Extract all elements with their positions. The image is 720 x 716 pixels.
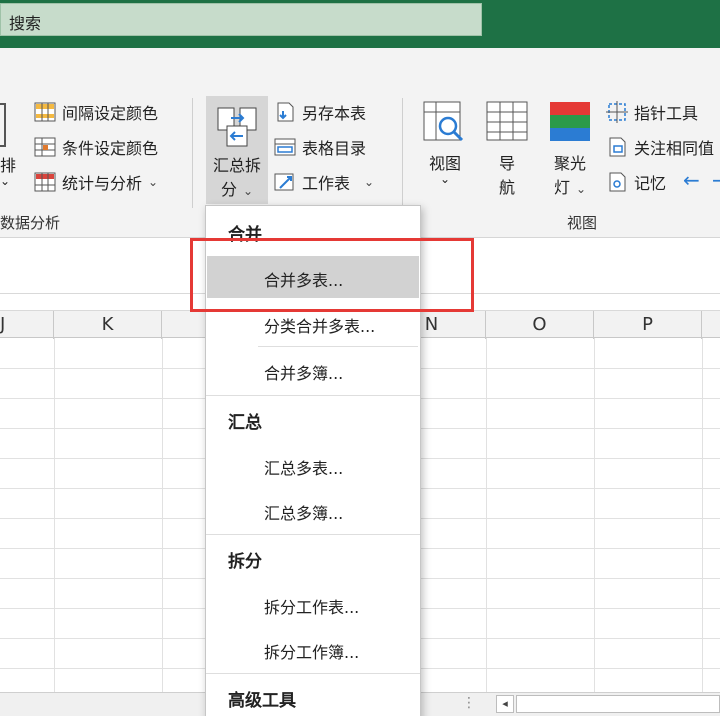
group-label-view: 视图	[567, 214, 598, 232]
menu-separator	[206, 395, 420, 396]
merge-split-icon	[217, 107, 257, 147]
worksheet-icon	[274, 173, 294, 191]
ribbon-left-cut-label: 排	[0, 156, 17, 175]
column-header-k[interactable]: K	[54, 311, 162, 339]
chevron-down-icon: ⌄	[364, 175, 375, 189]
worksheet-button[interactable]: 工作表 ⌄	[274, 170, 374, 194]
grid-line	[54, 338, 55, 696]
memory-doc-icon	[609, 172, 626, 192]
menu-separator	[206, 534, 420, 535]
summary-split-label-1: 汇总拆	[212, 156, 261, 175]
column-header-p[interactable]: P	[594, 311, 702, 339]
navigation-button[interactable]: 导 航	[482, 100, 532, 200]
view-button[interactable]: 视图 ⌄	[418, 100, 472, 200]
view-magnify-icon	[423, 101, 464, 142]
menu-header-summary: 汇总	[228, 413, 262, 433]
focus-value-icon	[609, 137, 626, 157]
back-arrow-icon[interactable]: ←	[683, 168, 700, 192]
grid-color-icon	[34, 102, 56, 122]
save-sheet-as-button[interactable]: 另存本表	[274, 100, 366, 124]
spotlight-icon	[550, 102, 590, 141]
summary-split-button[interactable]: 汇总拆 分 ⌄	[206, 96, 268, 204]
highlight-annotation-box	[190, 238, 474, 312]
ribbon-separator	[402, 98, 403, 208]
view-label: 视图	[428, 154, 461, 173]
navigation-label-1: 导	[498, 154, 515, 173]
spotlight-button[interactable]: 聚光 灯 ⌄	[542, 100, 598, 200]
menu-item-summarize-multiple-sheets[interactable]: 汇总多表...	[207, 444, 419, 486]
stats-table-icon	[34, 172, 56, 192]
search-box[interactable]: 搜索	[0, 3, 482, 36]
chevron-down-icon: ⌄	[148, 175, 159, 189]
ribbon-left-cut-chev: ⌄	[0, 174, 11, 188]
title-bar: 搜索	[0, 0, 720, 48]
pointer-tool-button[interactable]: 指针工具	[606, 100, 698, 124]
table-directory-button[interactable]: 表格目录	[274, 135, 366, 159]
spotlight-label-2: 灯 ⌄	[553, 178, 587, 197]
navigation-grid-icon	[486, 101, 528, 141]
column-header-j[interactable]: J	[0, 311, 54, 339]
group-label-data-analysis: 数据分析	[0, 214, 61, 232]
horizontal-scrollbar[interactable]	[516, 695, 720, 713]
menu-separator	[258, 346, 418, 347]
worksheet-label: 工作表	[302, 174, 351, 193]
grid-line	[702, 338, 703, 696]
menu-separator	[206, 673, 420, 674]
conditional-color-label: 条件设定颜色	[62, 139, 159, 158]
menu-item-summarize-multiple-books[interactable]: 汇总多簿...	[207, 489, 419, 531]
summary-split-label-2: 分 ⌄	[220, 180, 254, 199]
chevron-down-icon: ⌄	[439, 172, 451, 186]
table-condition-icon	[34, 137, 56, 157]
stats-analysis-label: 统计与分析	[62, 174, 143, 193]
save-sheet-as-label: 另存本表	[302, 104, 367, 123]
memory-label: 记忆	[634, 174, 667, 193]
menu-header-split: 拆分	[228, 552, 262, 572]
save-doc-icon	[277, 102, 294, 122]
menu-header-advanced-tools: 高级工具	[228, 691, 296, 711]
spotlight-label-1: 聚光	[553, 154, 586, 173]
focus-same-value-button[interactable]: 关注相同值	[606, 135, 714, 159]
ribbon-left-edge-icon[interactable]	[0, 103, 6, 147]
conditional-color-button[interactable]: 条件设定颜色	[34, 135, 158, 159]
search-label: 搜索	[9, 14, 42, 33]
forward-arrow-icon[interactable]: →	[712, 168, 720, 192]
ribbon-separator	[192, 98, 193, 208]
focus-same-value-label: 关注相同值	[634, 139, 715, 158]
column-header-o[interactable]: O	[486, 311, 594, 339]
grid-line	[594, 338, 595, 696]
more-dots-icon[interactable]: ⋮	[462, 695, 476, 711]
navigation-label-2: 航	[498, 178, 515, 197]
directory-icon	[274, 138, 296, 156]
pointer-tool-label: 指针工具	[634, 104, 699, 123]
scroll-left-icon[interactable]: ◂	[496, 695, 514, 713]
grid-line	[162, 338, 163, 696]
table-directory-label: 表格目录	[302, 139, 367, 158]
stats-analysis-button[interactable]: 统计与分析 ⌄	[34, 170, 158, 194]
grid-line	[486, 338, 487, 696]
pointer-target-icon	[606, 101, 628, 123]
menu-item-split-workbook[interactable]: 拆分工作簿...	[207, 628, 419, 670]
interval-color-button[interactable]: 间隔设定颜色	[34, 100, 158, 124]
memory-button[interactable]: 记忆	[606, 170, 666, 194]
menu-item-merge-multiple-books[interactable]: 合并多簿...	[207, 349, 419, 391]
menu-item-split-worksheet[interactable]: 拆分工作表...	[207, 583, 419, 625]
interval-color-label: 间隔设定颜色	[62, 104, 159, 123]
